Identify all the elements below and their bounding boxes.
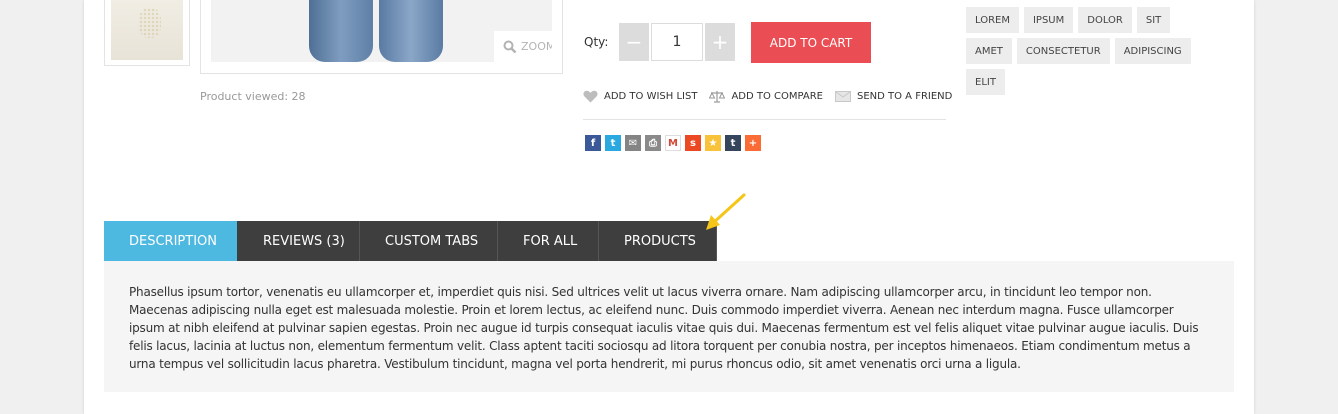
email-icon[interactable]: ✉ bbox=[625, 135, 641, 151]
tag-sit[interactable]: SIT bbox=[1136, 7, 1171, 33]
product-main-image[interactable]: ZOOM bbox=[200, 0, 563, 74]
product-tags: LOREM IPSUM DOLOR SIT AMET CONSECTETUR A… bbox=[966, 7, 1216, 100]
twitter-icon[interactable]: t bbox=[605, 135, 621, 151]
main-image-canvas: ZOOM bbox=[211, 0, 552, 62]
description-text: Phasellus ipsum tortor, venenatis eu ull… bbox=[129, 285, 1199, 371]
tab-products[interactable]: PRODUCTS bbox=[599, 221, 717, 261]
product-tabs: DESCRIPTION REVIEWS (3) CUSTOM TABS FOR … bbox=[104, 221, 717, 261]
tag-lorem[interactable]: LOREM bbox=[966, 7, 1019, 33]
qty-input[interactable] bbox=[651, 23, 703, 61]
tab-custom-tabs[interactable]: CUSTOM TABS bbox=[360, 221, 498, 261]
product-actions: ADD TO WISH LIST ADD TO COMPARE SEND TO … bbox=[583, 87, 964, 105]
facebook-icon[interactable]: f bbox=[585, 135, 601, 151]
tag-dolor[interactable]: DOLOR bbox=[1078, 7, 1132, 33]
addthis-icon[interactable]: + bbox=[745, 135, 761, 151]
scales-icon bbox=[709, 90, 726, 103]
jeans-left-leg bbox=[309, 0, 373, 62]
qty-increase-button[interactable]: + bbox=[705, 23, 735, 61]
send-to-friend-link[interactable]: SEND TO A FRIEND bbox=[835, 90, 953, 102]
add-to-compare-link[interactable]: ADD TO COMPARE bbox=[709, 90, 823, 103]
tab-reviews[interactable]: REVIEWS (3) bbox=[237, 221, 360, 261]
jeans-right-leg bbox=[379, 0, 443, 62]
wishlist-label: ADD TO WISH LIST bbox=[604, 90, 698, 102]
product-thumbnail[interactable] bbox=[104, 0, 190, 66]
print-icon[interactable]: ⎙ bbox=[645, 135, 661, 151]
add-to-wishlist-link[interactable]: ADD TO WISH LIST bbox=[583, 90, 697, 103]
annotation-arrow-icon bbox=[706, 193, 746, 230]
favorites-icon[interactable]: ★ bbox=[705, 135, 721, 151]
tag-adipiscing[interactable]: ADIPISCING bbox=[1114, 38, 1191, 64]
tag-ipsum[interactable]: IPSUM bbox=[1023, 7, 1074, 33]
zoom-label: ZOOM bbox=[521, 40, 552, 53]
tab-for-all[interactable]: FOR ALL bbox=[498, 221, 599, 261]
tag-consectetur[interactable]: CONSECTETUR bbox=[1016, 38, 1110, 64]
gmail-icon[interactable]: M bbox=[665, 135, 681, 151]
friend-label: SEND TO A FRIEND bbox=[857, 90, 953, 102]
add-to-cart-button[interactable]: ADD TO CART bbox=[751, 22, 871, 63]
tumblr-icon[interactable]: t bbox=[725, 135, 741, 151]
heart-icon bbox=[583, 90, 598, 102]
thumbnail-image bbox=[111, 0, 183, 60]
tag-amet[interactable]: AMET bbox=[966, 38, 1012, 64]
tab-description[interactable]: DESCRIPTION bbox=[104, 221, 237, 261]
compare-label: ADD TO COMPARE bbox=[731, 90, 823, 102]
zoom-button[interactable]: ZOOM bbox=[494, 31, 552, 62]
tag-elit[interactable]: ELIT bbox=[966, 69, 1005, 95]
qty-label: Qty: bbox=[584, 35, 609, 49]
stumbleupon-icon[interactable]: s bbox=[685, 135, 701, 151]
envelope-icon bbox=[835, 90, 851, 102]
search-icon bbox=[503, 40, 517, 53]
qty-decrease-button[interactable]: − bbox=[619, 23, 649, 61]
tab-content-description: Phasellus ipsum tortor, venenatis eu ull… bbox=[104, 261, 1234, 392]
actions-divider bbox=[583, 119, 946, 120]
product-viewed-count: Product viewed: 28 bbox=[200, 90, 306, 103]
share-buttons: f t ✉ ⎙ M s ★ t + bbox=[585, 135, 761, 151]
